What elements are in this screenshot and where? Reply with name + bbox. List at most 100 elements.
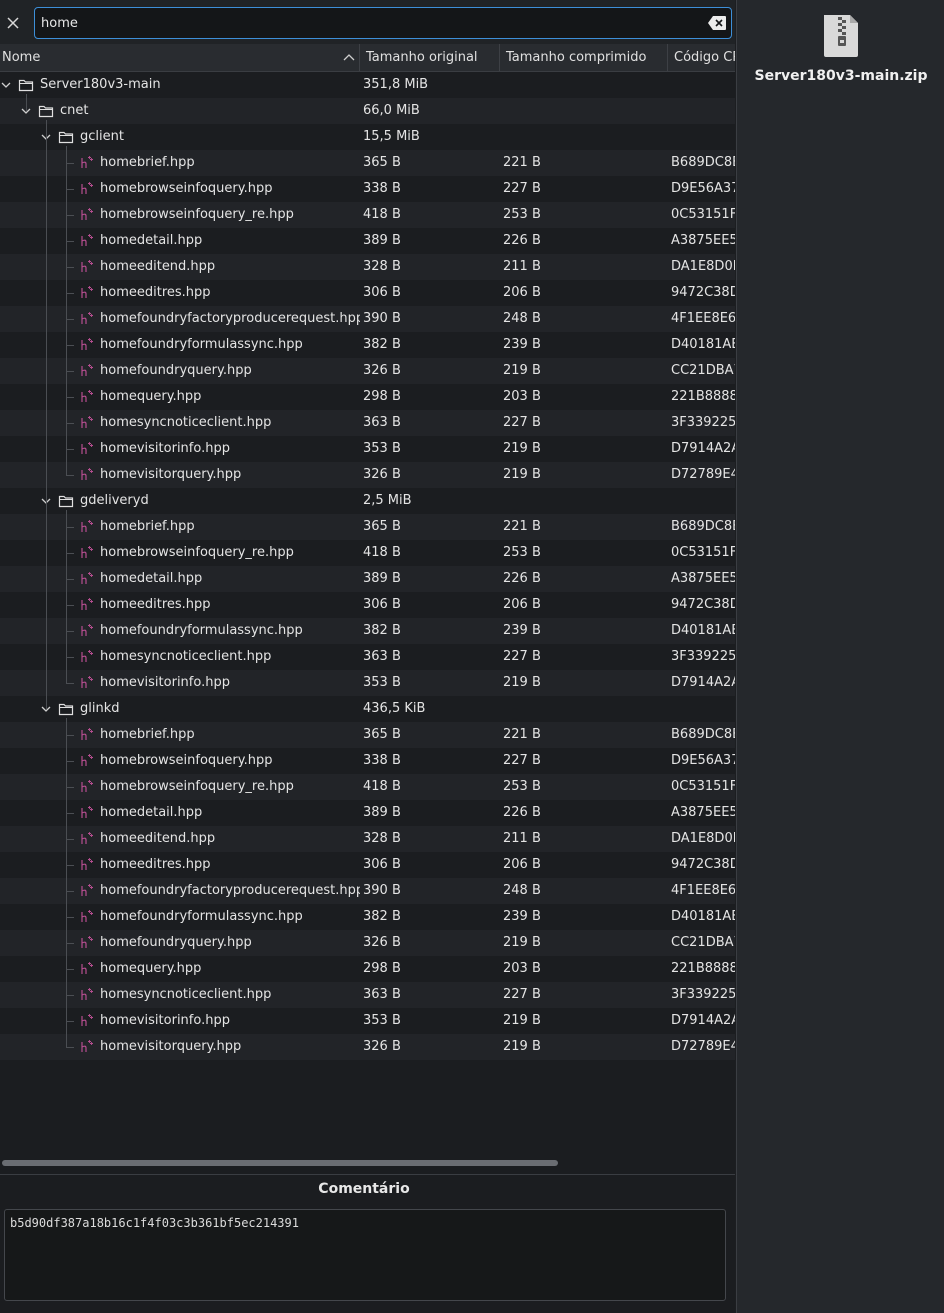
compressed-size: 219 B [503,441,541,456]
column-crc-label: Código CR [674,50,735,65]
search-input-frame [34,7,732,39]
file-row[interactable]: homevisitorinfo.hpp 353 B 219 B D7914A2A [0,670,735,696]
tree-guide-tick [66,735,74,736]
crc-code: 221B8888 [671,961,735,976]
tree-guide-tick [66,1021,74,1022]
file-row[interactable]: homebrief.hpp 365 B 221 B B689DC8B [0,722,735,748]
clear-search-button[interactable] [707,15,727,31]
search-input[interactable] [41,8,691,38]
file-row[interactable]: homefoundryquery.hpp 326 B 219 B CC21DBA7 [0,358,735,384]
file-row[interactable]: homefoundryformulassync.hpp 382 B 239 B D40… [0,618,735,644]
folder-row[interactable]: gdeliveryd 2,5 MiB [0,488,735,514]
crc-code: D40181AE [671,623,735,638]
original-size: 382 B [363,909,401,924]
file-row[interactable]: homeeditend.hpp 328 B 211 B DA1E8D0F [0,826,735,852]
file-row[interactable]: homequery.hpp 298 B 203 B 221B8888 [0,956,735,982]
crc-code: 4F1EE8E6 [671,883,735,898]
tree-guide-tick [66,839,74,840]
column-crc-header[interactable]: Código CR [668,44,735,71]
column-original-size-header[interactable]: Tamanho original [360,44,500,71]
file-row[interactable]: homebrowseinfoquery_re.hpp 418 B 253 B 0C53… [0,540,735,566]
entry-name: homebrief.hpp [100,727,195,742]
column-name-header[interactable]: Nome [0,44,360,71]
scrollbar-thumb[interactable] [2,1160,558,1166]
original-size: 353 B [363,675,401,690]
tree-guide-tick [66,267,74,268]
file-row[interactable]: homebrowseinfoquery.hpp 338 B 227 B D9E56A3… [0,748,735,774]
tree-guide-tick [66,527,74,528]
entry-name: homebrowseinfoquery_re.hpp [100,779,294,794]
zip-archive-icon [824,15,858,57]
file-row[interactable]: homeeditres.hpp 306 B 206 B 9472C38D [0,280,735,306]
comment-box[interactable]: b5d90df387a18b16c1f4f03c3b361bf5ec214391 [4,1209,726,1301]
original-size: 306 B [363,285,401,300]
compressed-size: 239 B [503,909,541,924]
folder-row[interactable]: cnet 66,0 MiB [0,98,735,124]
original-size: 418 B [363,207,401,222]
original-size: 306 B [363,857,401,872]
file-row[interactable]: homefoundryformulassync.hpp 382 B 239 B D40… [0,904,735,930]
cpp-header-file-icon [81,234,93,246]
compressed-size: 248 B [503,883,541,898]
original-size: 353 B [363,441,401,456]
file-row[interactable]: homeeditres.hpp 306 B 206 B 9472C38D [0,852,735,878]
file-row[interactable]: homesyncnoticeclient.hpp 363 B 227 B 3F3392… [0,982,735,1008]
compressed-size: 248 B [503,311,541,326]
archive-name: Server180v3-main.zip [754,68,928,84]
horizontal-scrollbar[interactable] [0,1160,735,1168]
crc-code: 0C53151F [671,779,735,794]
close-search-button[interactable] [2,10,24,36]
file-row[interactable]: homevisitorinfo.hpp 353 B 219 B D7914A2A [0,1008,735,1034]
tree-guide-tick [66,163,74,164]
cpp-header-file-icon [81,416,93,428]
folder-row[interactable]: Server180v3-main 351,8 MiB [0,72,735,98]
original-size: 338 B [363,753,401,768]
file-row[interactable]: homebrowseinfoquery_re.hpp 418 B 253 B 0C53… [0,774,735,800]
cpp-header-file-icon [81,546,93,558]
file-row[interactable]: homevisitorquery.hpp 326 B 219 B D72789E4 [0,462,735,488]
file-row[interactable]: homesyncnoticeclient.hpp 363 B 227 B 3F3392… [0,410,735,436]
file-row[interactable]: homebrowseinfoquery_re.hpp 418 B 253 B 0C53… [0,202,735,228]
file-row[interactable]: homevisitorquery.hpp 326 B 219 B D72789E4 [0,1034,735,1060]
file-row[interactable]: homebrief.hpp 365 B 221 B B689DC8B [0,514,735,540]
original-size: 418 B [363,779,401,794]
crc-code: D7914A2A [671,675,735,690]
crc-code: 3F339225 [671,649,735,664]
original-size: 390 B [363,883,401,898]
file-row[interactable]: homesyncnoticeclient.hpp 363 B 227 B 3F3392… [0,644,735,670]
original-size: 326 B [363,467,401,482]
crc-code [671,696,735,722]
panel-divider [0,1174,735,1175]
tree-guide-tick [66,1047,74,1048]
compressed-size: 227 B [503,987,541,1002]
column-compressed-size-header[interactable]: Tamanho comprimido [500,44,668,71]
compressed-size: 226 B [503,571,541,586]
folder-icon [38,105,54,118]
file-row[interactable]: homefoundryfactoryproducerequest.hpp 390 … [0,306,735,332]
tree-guide-line [46,120,47,709]
file-row[interactable]: homefoundryquery.hpp 326 B 219 B CC21DBA7 [0,930,735,956]
crc-code [671,488,735,514]
file-row[interactable]: homeeditres.hpp 306 B 206 B 9472C38D [0,592,735,618]
expand-chevron-icon[interactable] [0,79,12,91]
file-row[interactable]: homedetail.hpp 389 B 226 B A3875EE5 [0,566,735,592]
original-size: 363 B [363,987,401,1002]
file-row[interactable]: homeeditend.hpp 328 B 211 B DA1E8D0F [0,254,735,280]
tree-guide-tick [66,761,74,762]
file-row[interactable]: homequery.hpp 298 B 203 B 221B8888 [0,384,735,410]
folder-row[interactable]: gclient 15,5 MiB [0,124,735,150]
tree-guide-tick [66,397,74,398]
file-row[interactable]: homefoundryfactoryproducerequest.hpp 390 … [0,878,735,904]
cpp-header-file-icon [81,728,93,740]
crc-code: DA1E8D0F [671,259,735,274]
file-row[interactable]: homedetail.hpp 389 B 226 B A3875EE5 [0,228,735,254]
file-row[interactable]: homebrowseinfoquery.hpp 338 B 227 B D9E56A3… [0,176,735,202]
file-row[interactable]: homebrief.hpp 365 B 221 B B689DC8B [0,150,735,176]
file-row[interactable]: homefoundryformulassync.hpp 382 B 239 B D40… [0,332,735,358]
archive-browser: Nome Tamanho original Tamanho comprimido… [0,0,735,1313]
crc-code: A3875EE5 [671,805,735,820]
file-row[interactable]: homedetail.hpp 389 B 226 B A3875EE5 [0,800,735,826]
folder-row[interactable]: glinkd 436,5 KiB [0,696,735,722]
compressed-size: 226 B [503,805,541,820]
file-row[interactable]: homevisitorinfo.hpp 353 B 219 B D7914A2A [0,436,735,462]
